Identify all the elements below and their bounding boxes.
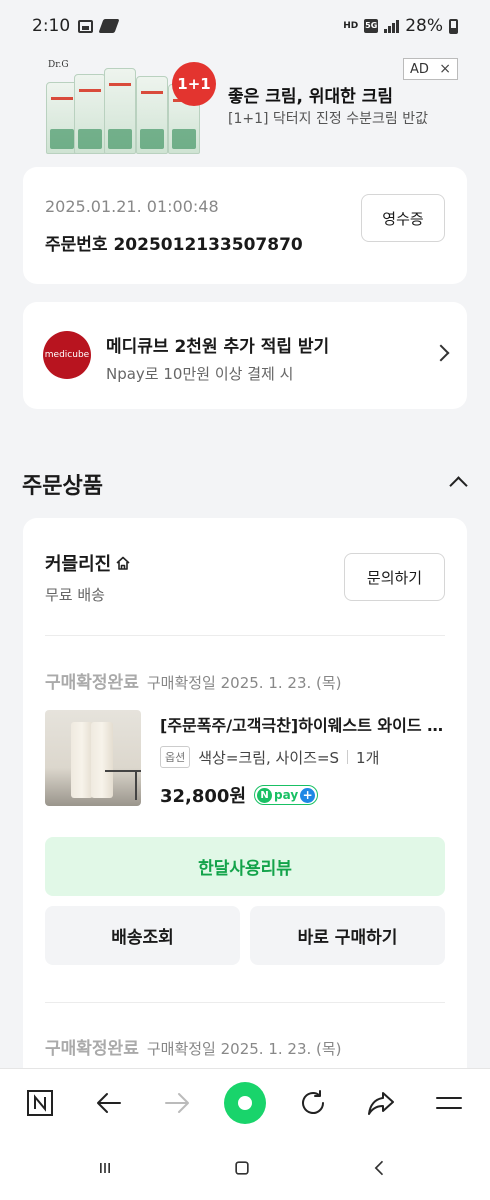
npay-text: pay: [274, 788, 299, 802]
promo-subtitle: Npay로 10만원 이상 결제 시: [106, 365, 294, 383]
purchase-status: 구매확정완료 구매확정일 2025. 1. 23. (목): [45, 668, 342, 693]
receipt-button[interactable]: 영수증: [361, 194, 445, 242]
refresh-icon[interactable]: [295, 1085, 331, 1121]
chevron-up-icon[interactable]: [449, 476, 468, 495]
monthly-review-button[interactable]: 한달사용리뷰: [45, 837, 445, 896]
recent-apps-icon[interactable]: [93, 1156, 117, 1180]
divider: [45, 635, 445, 636]
medicube-logo: medicube: [43, 331, 91, 379]
clock: 2:10: [32, 16, 71, 36]
menu-icon[interactable]: [431, 1085, 467, 1121]
order-info-card: 2025.01.21. 01:00:48 주문번호 20250121335078…: [23, 167, 467, 284]
close-icon[interactable]: ×: [439, 61, 451, 77]
signal-icon: [384, 19, 400, 33]
naver-n-icon[interactable]: [22, 1085, 58, 1121]
inquiry-button[interactable]: 문의하기: [344, 553, 445, 601]
quantity: 1개: [356, 748, 380, 767]
cream-tube-image: [104, 68, 136, 154]
battery-icon: [449, 18, 458, 34]
purchase-status: 구매확정완료 구매확정일 2025. 1. 23. (목): [45, 1034, 342, 1059]
back-arrow-icon[interactable]: [91, 1085, 127, 1121]
confirm-date: 구매확정일 2025. 1. 23. (목): [146, 674, 342, 692]
promo-title: 메디큐브 2천원 추가 적립 받기: [106, 337, 330, 357]
share-icon[interactable]: [363, 1085, 399, 1121]
section-title: 주문상품: [22, 474, 103, 499]
green-dot-home-icon[interactable]: [224, 1082, 266, 1124]
status-label: 구매확정완료: [45, 1039, 139, 1059]
thumbnail-image-part: [71, 722, 93, 798]
seller-name[interactable]: 커믈리진: [45, 550, 131, 576]
seller-name-text: 커믈리진: [45, 554, 112, 575]
ad-title: 좋은 크림, 위대한 크림: [228, 87, 393, 107]
hd-voice-icon: HD: [343, 20, 359, 31]
price-row: 32,800원 N pay +: [160, 782, 319, 808]
buy-again-button[interactable]: 바로 구매하기: [250, 906, 445, 965]
battery-percent: 28%: [405, 16, 443, 36]
product-thumbnail[interactable]: [45, 710, 141, 806]
status-label: 구매확정완료: [45, 673, 139, 693]
product-option: 옵션 색상=크림, 사이즈=S 1개: [160, 746, 379, 768]
gallery-notification-icon: [78, 19, 94, 33]
ad-subtitle: [1+1] 닥터지 진정 수분크림 반값: [228, 111, 428, 127]
product-price: 32,800원: [160, 786, 247, 807]
home-button-icon[interactable]: [230, 1156, 254, 1180]
divider: [347, 750, 349, 764]
5g-icon: 5G: [364, 19, 379, 33]
ad-label[interactable]: AD ×: [403, 58, 458, 80]
chevron-right-icon: [432, 344, 450, 362]
thumbnail-image-part: [91, 722, 113, 798]
plus-icon: +: [300, 787, 316, 803]
product-name[interactable]: [주문폭주/고객극찬]하이웨스트 와이드 슬랙스: [160, 712, 450, 736]
order-product-card: 커믈리진 무료 배송 문의하기 구매확정완료 구매확정일 2025. 1. 23…: [23, 518, 467, 1078]
order-datetime: 2025.01.21. 01:00:48: [45, 197, 219, 216]
ad-banner[interactable]: Dr.G 1+1 좋은 크림, 위대한 크림 [1+1] 닥터지 진정 수분크림…: [22, 56, 468, 154]
thumbnail-image-part: [105, 770, 141, 800]
one-plus-one-badge: 1+1: [172, 62, 216, 106]
medicube-promo-card[interactable]: medicube 메디큐브 2천원 추가 적립 받기 Npay로 10만원 이상…: [23, 302, 467, 409]
confirm-date: 구매확정일 2025. 1. 23. (목): [146, 1040, 342, 1058]
divider: [45, 1002, 445, 1003]
ad-product-image: Dr.G 1+1: [44, 58, 216, 154]
shipping-fee: 무료 배송: [45, 586, 105, 604]
ad-tag-text: AD: [410, 61, 429, 77]
option-text: 색상=크림, 사이즈=S: [198, 748, 340, 767]
home-icon: [115, 555, 131, 571]
back-button-icon[interactable]: [368, 1156, 392, 1180]
npay-n-icon: N: [257, 787, 273, 803]
status-bar: 2:10 HD 5G 28%: [0, 0, 490, 52]
browser-toolbar: [0, 1068, 490, 1136]
npay-plus-badge: N pay +: [254, 785, 319, 805]
track-delivery-button[interactable]: 배송조회: [45, 906, 240, 965]
system-navigation-bar: [0, 1136, 490, 1200]
cream-tube-image: [136, 76, 168, 154]
forward-arrow-icon[interactable]: [159, 1085, 195, 1121]
ad-brand-logo: Dr.G: [48, 60, 69, 70]
order-number: 주문번호 2025012133507870: [45, 235, 303, 255]
option-badge: 옵션: [160, 746, 191, 768]
cream-tube-image: [74, 74, 106, 154]
app-notification-icon: [98, 19, 120, 33]
